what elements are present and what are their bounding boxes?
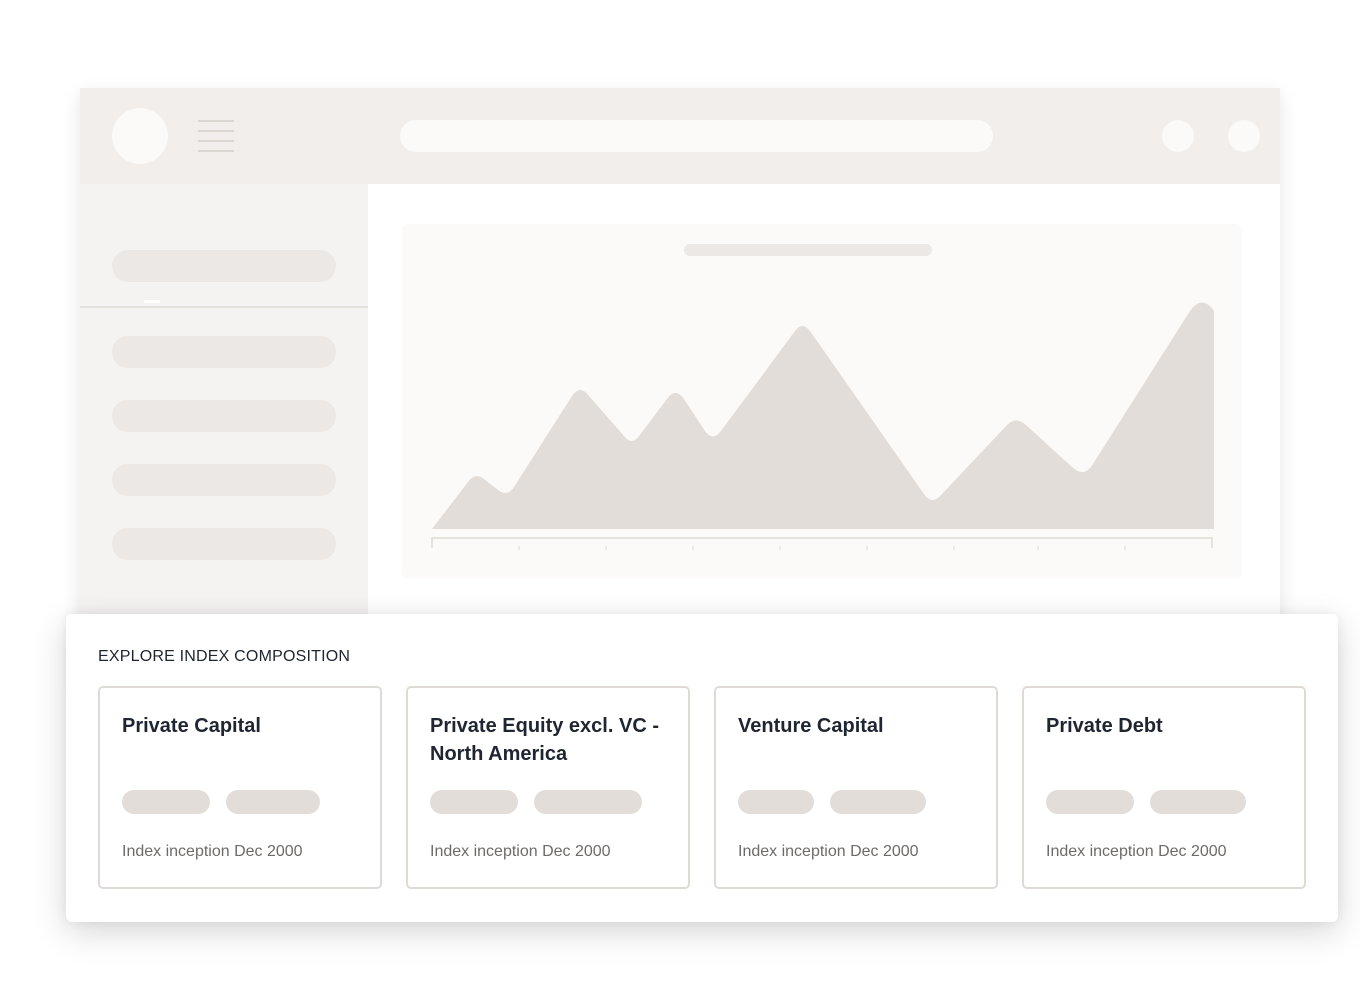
- page: EXPLORE INDEX COMPOSITION Private Capita…: [0, 0, 1360, 992]
- index-card-private-debt[interactable]: Private Debt Index inception Dec 2000: [1022, 686, 1306, 889]
- card-inception-text: Index inception Dec 2000: [122, 843, 303, 860]
- card-inception-text: Index inception Dec 2000: [738, 843, 919, 860]
- sidebar-item-placeholder[interactable]: [112, 528, 336, 560]
- panel-heading: EXPLORE INDEX COMPOSITION: [98, 648, 351, 665]
- card-inception-text: Index inception Dec 2000: [1046, 843, 1227, 860]
- tag-placeholder: [1046, 790, 1134, 814]
- tag-placeholder: [1150, 790, 1246, 814]
- top-bar: [80, 88, 1280, 184]
- tag-placeholder: [738, 790, 814, 814]
- avatar[interactable]: [1228, 120, 1260, 152]
- card-inception-text: Index inception Dec 2000: [430, 843, 611, 860]
- chart-placeholder-card: [402, 224, 1242, 578]
- sidebar-divider: [80, 306, 368, 308]
- sidebar-active-indicator: [144, 300, 160, 303]
- card-title: Private Capital: [122, 715, 261, 737]
- tag-placeholder: [534, 790, 642, 814]
- tag-placeholder: [226, 790, 320, 814]
- sidebar-item-placeholder[interactable]: [112, 464, 336, 496]
- card-title: Private Debt: [1046, 715, 1163, 737]
- app-window-skeleton: [80, 88, 1280, 688]
- logo-placeholder: [112, 108, 168, 164]
- area-chart-shape: [432, 302, 1214, 529]
- tag-placeholder: [830, 790, 926, 814]
- area-chart-illustration: [431, 302, 1214, 550]
- search-bar-placeholder[interactable]: [400, 120, 993, 152]
- sidebar-item-placeholder[interactable]: [112, 400, 336, 432]
- index-card-venture-capital[interactable]: Venture Capital Index inception Dec 2000: [714, 686, 998, 889]
- tag-placeholder: [122, 790, 210, 814]
- tag-placeholder: [430, 790, 518, 814]
- index-card-private-capital[interactable]: Private Capital Index inception Dec 2000: [98, 686, 382, 889]
- hamburger-menu-icon[interactable]: [198, 120, 234, 152]
- sidebar: [80, 184, 368, 688]
- card-title: Venture Capital: [738, 715, 884, 737]
- chart-x-axis: [431, 537, 1213, 550]
- card-title: Private Equity excl. VC - North America: [430, 715, 659, 765]
- index-card-private-equity-excl-vc-north-america[interactable]: Private Equity excl. VC - North America …: [406, 686, 690, 889]
- sidebar-item-placeholder[interactable]: [112, 336, 336, 368]
- notification-icon[interactable]: [1162, 120, 1194, 152]
- index-composition-panel: EXPLORE INDEX COMPOSITION Private Capita…: [66, 614, 1338, 922]
- sidebar-item-placeholder[interactable]: [112, 250, 336, 282]
